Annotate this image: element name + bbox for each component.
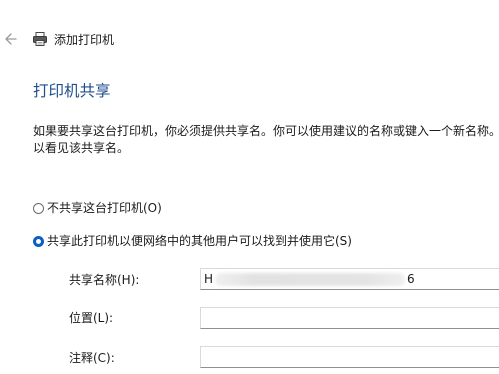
comment-label: 注释(C):: [69, 351, 115, 365]
location-label: 位置(L):: [69, 311, 114, 325]
share-name-value-end: 6: [407, 272, 415, 286]
radio-no-share-label: 不共享这台打印机(O): [47, 201, 162, 215]
share-name-input[interactable]: H 6: [200, 268, 499, 290]
radio-checked-icon[interactable]: [33, 235, 44, 247]
printer-icon: [33, 32, 47, 46]
window-title: 添加打印机: [54, 33, 115, 47]
radio-no-share[interactable]: 不共享这台打印机(O): [33, 199, 162, 217]
radio-share-label: 共享此打印机以便网络中的其他用户可以找到并使用它(S): [47, 234, 352, 248]
page-heading: 打印机共享: [33, 82, 111, 100]
radio-share[interactable]: 共享此打印机以便网络中的其他用户可以找到并使用它(S): [33, 232, 352, 250]
page-description: 如果要共享这台打印机，你必须提供共享名。你可以使用建议的名称或键入一个新名称。 …: [33, 124, 499, 155]
radio-unchecked-icon[interactable]: [33, 202, 44, 214]
location-input[interactable]: [200, 307, 499, 329]
back-arrow-icon[interactable]: [4, 30, 18, 48]
share-name-label: 共享名称(H):: [69, 273, 140, 287]
redacted-text: [215, 272, 406, 286]
share-name-value-start: H: [204, 272, 214, 286]
comment-input[interactable]: [200, 346, 499, 368]
